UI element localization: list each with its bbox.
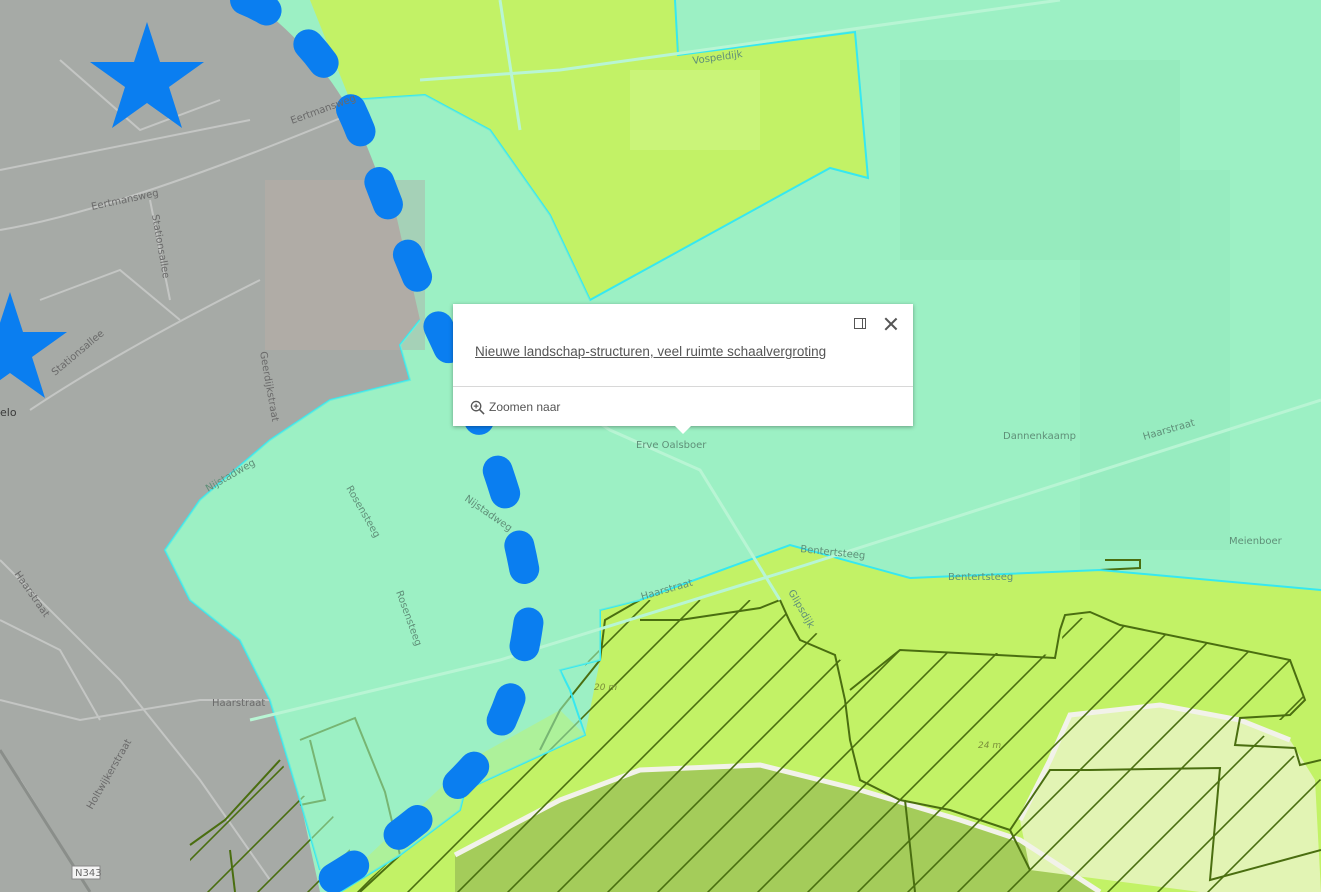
label-dannenkaamp: Dannenkaamp: [1003, 431, 1076, 442]
label-spot-24m: 24 m: [978, 741, 1001, 751]
popup-divider: [453, 386, 913, 387]
label-erve-oalsboer: Erve Oalsboer: [636, 440, 707, 451]
zoom-in-icon: [470, 400, 485, 415]
label-spot-20m: 20 m: [594, 683, 617, 693]
label-bentertsteeg-2: Bentertsteeg: [948, 572, 1013, 583]
label-place-partial: elo: [0, 406, 17, 419]
zoom-to-button[interactable]: Zoomen naar: [470, 398, 560, 416]
road-shield-label: N343: [75, 868, 102, 879]
close-icon[interactable]: [882, 315, 900, 333]
field-patch: [630, 70, 760, 150]
dock-icon[interactable]: [854, 318, 866, 329]
label-haarstraat-2: Haarstraat: [212, 698, 265, 709]
zoom-to-label: Zoomen naar: [489, 400, 561, 414]
label-meienboer: Meienboer: [1229, 536, 1283, 547]
feature-popup: Nieuwe landschap-structuren, veel ruimte…: [453, 304, 913, 434]
map-canvas[interactable]: Vospeldijk Eertmansweg Eertmansweg Stati…: [0, 0, 1321, 892]
forest-texture-2: [1080, 170, 1230, 550]
popup-title-link[interactable]: Nieuwe landschap-structuren, veel ruimte…: [475, 344, 826, 359]
